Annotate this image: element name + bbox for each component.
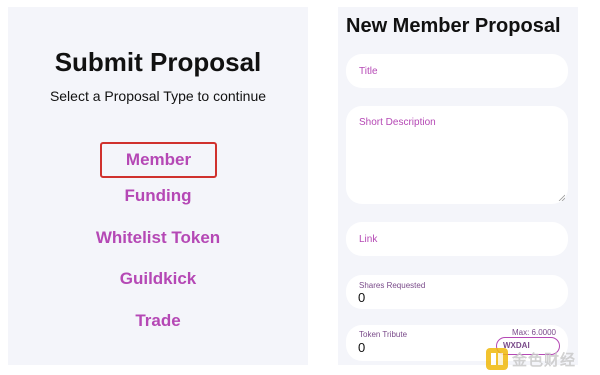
watermark-logo-icon [486,348,508,370]
short-description-placeholder: Short Description [359,117,436,128]
token-tribute-label: Token Tribute [359,330,408,339]
watermark-text: 金色财经 [512,351,577,369]
proposal-type-subtitle: Select a Proposal Type to continue [49,88,267,104]
link-input[interactable]: Link [346,222,568,256]
watermark: 金色财经 [486,347,576,371]
proposal-type-funding[interactable]: Funding [8,186,308,206]
shares-requested-value: 0 [358,290,366,305]
proposal-type-trade[interactable]: Trade [8,311,308,331]
title-placeholder: Title [359,66,378,77]
submit-proposal-panel: Submit Proposal Select a Proposal Type t… [8,7,308,365]
resize-grip-icon[interactable] [558,194,565,201]
proposal-type-guildkick[interactable]: Guildkick [8,269,308,289]
link-placeholder: Link [359,234,378,245]
max-label[interactable]: Max: 6.0000 [512,328,556,337]
short-description-textarea[interactable]: Short Description [346,106,568,204]
proposal-type-member[interactable]: Member [100,142,217,178]
title-input[interactable]: Title [346,54,568,88]
token-tribute-value: 0 [358,340,366,355]
shares-requested-input[interactable]: Shares Requested 0 [346,275,568,309]
shares-requested-label: Shares Requested [359,281,426,290]
proposal-type-whitelist-token[interactable]: Whitelist Token [8,228,308,248]
new-member-proposal-form: New Member Proposal Title Short Descript… [338,7,578,365]
form-title: New Member Proposal [346,15,561,37]
submit-proposal-title: Submit Proposal [54,47,262,77]
